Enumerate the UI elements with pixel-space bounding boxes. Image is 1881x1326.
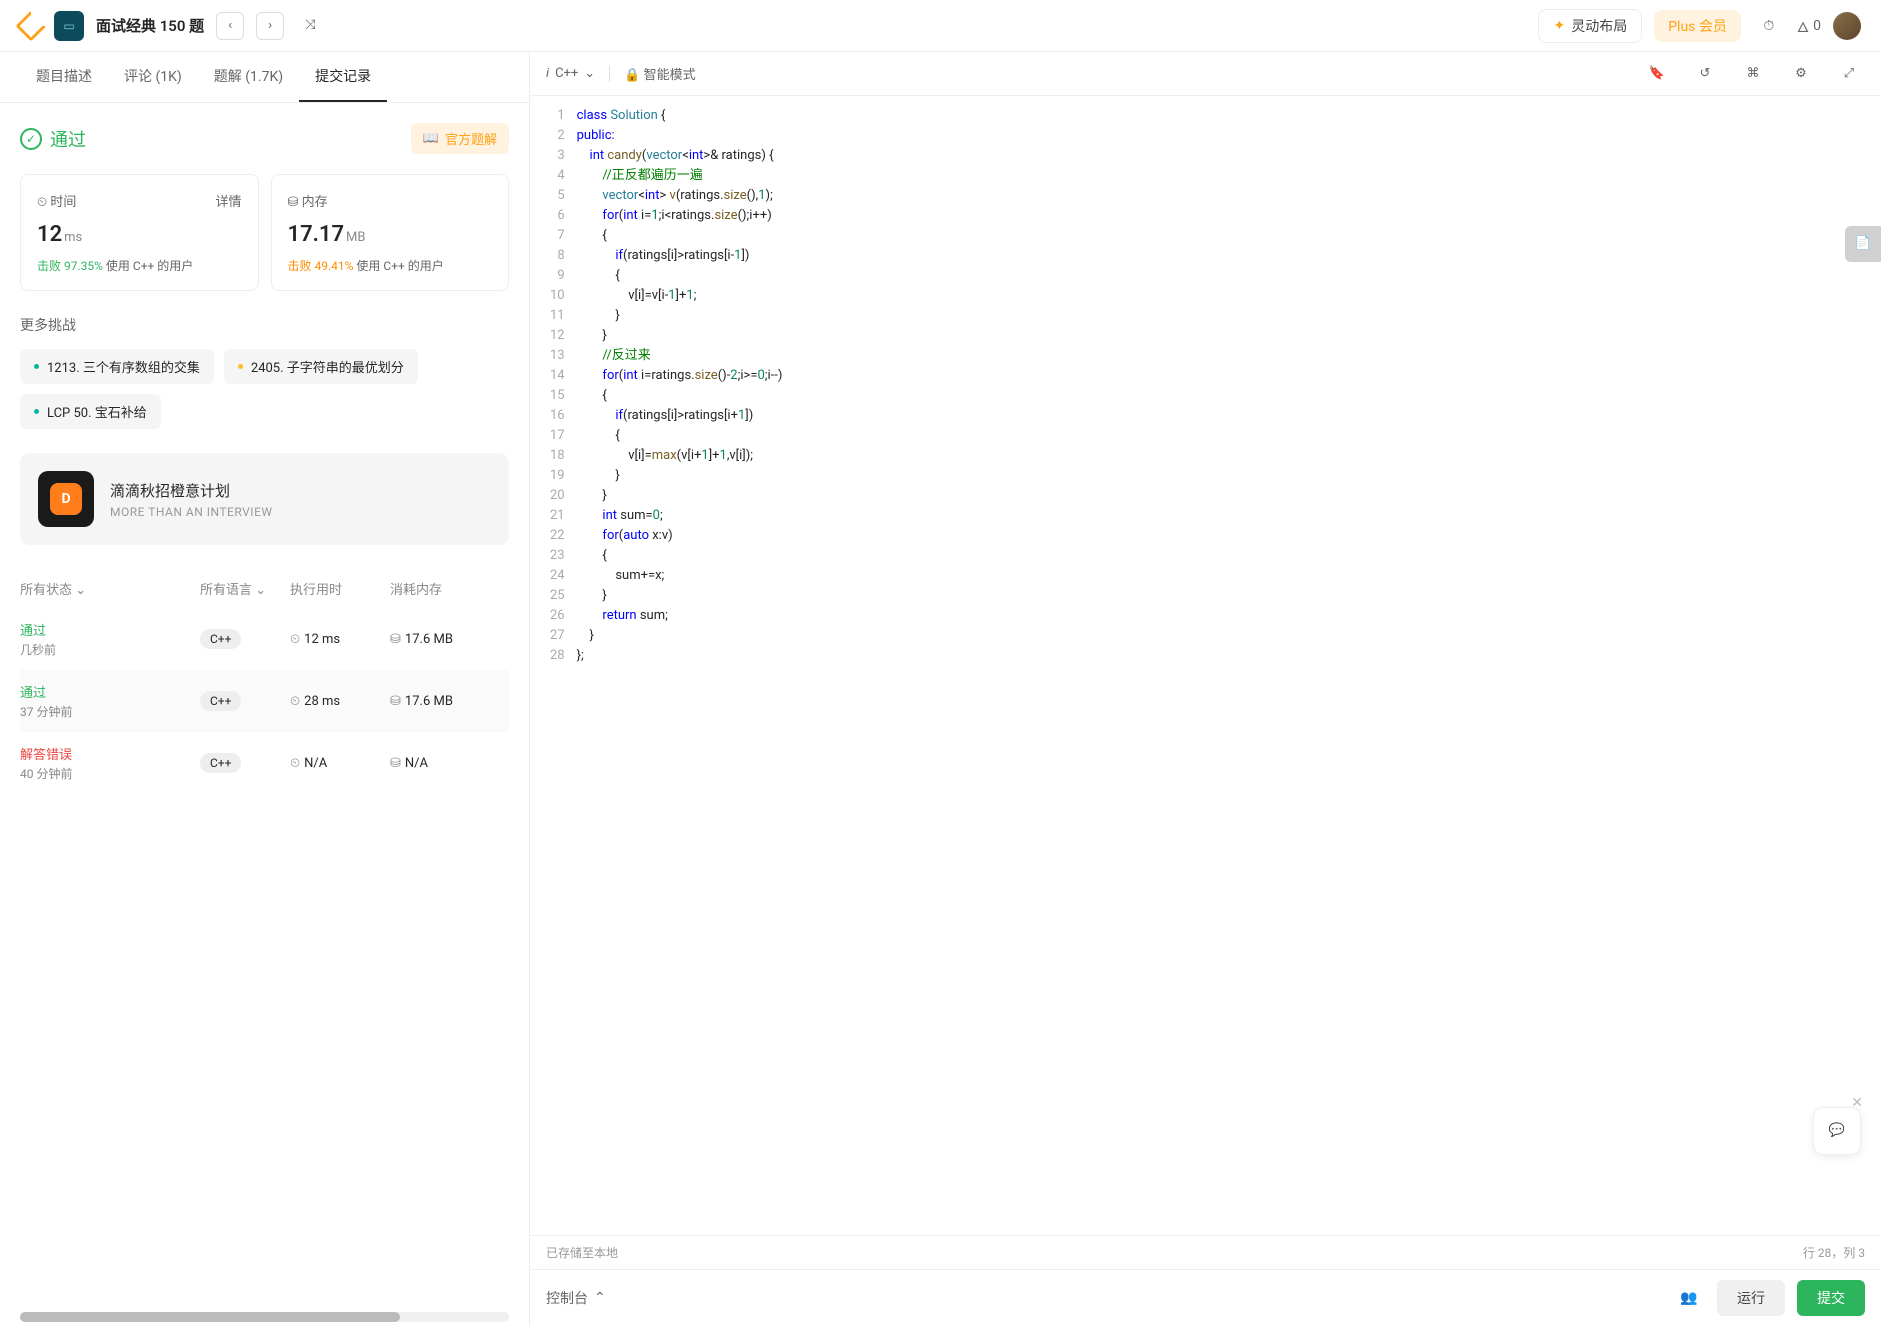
prev-button[interactable]: ‹ <box>216 12 244 40</box>
shortcuts-icon[interactable]: ⌘ <box>1737 58 1769 90</box>
official-solution-button[interactable]: 📖 官方题解 <box>411 123 509 154</box>
layout-button[interactable]: ✦灵动布局 <box>1538 9 1642 43</box>
timer-icon[interactable]: ⏱ <box>1753 10 1785 42</box>
submission-row[interactable]: 通过37 分钟前 C++ ⏲28 ms ⛁17.6 MB <box>20 670 509 732</box>
submit-button[interactable]: 提交 <box>1797 1280 1865 1316</box>
promo-banner[interactable]: D 滴滴秋招橙意计划 MORE THAN AN INTERVIEW <box>20 453 509 545</box>
next-button[interactable]: › <box>256 12 284 40</box>
submission-row[interactable]: 通过几秒前 C++ ⏲12 ms ⛁17.6 MB <box>20 608 509 670</box>
check-icon: ✓ <box>20 128 42 150</box>
language-selector[interactable]: i C++ ⌄ <box>546 66 595 81</box>
col-time-header: 执行用时 <box>290 579 390 598</box>
page-title: 面试经典 150 题 <box>96 15 204 36</box>
submissions-table: 所有状态 ⌄ 所有语言 ⌄ 执行用时 消耗内存 通过几秒前 C++ ⏲12 ms… <box>20 569 509 794</box>
streak-counter[interactable]: 🜂 0 <box>1797 11 1821 40</box>
tabs: 题目描述 评论 (1K) 题解 (1.7K) 提交记录 <box>0 52 529 103</box>
notes-tab-icon[interactable]: 📄 <box>1845 226 1881 262</box>
h-scrollbar[interactable] <box>20 1312 509 1322</box>
tab-solutions[interactable]: 题解 (1.7K) <box>198 52 299 102</box>
submission-row[interactable]: 解答错误40 分钟前 C++ ⏲N/A ⛁N/A <box>20 732 509 794</box>
left-panel: 题目描述 评论 (1K) 题解 (1.7K) 提交记录 ✓ 通过 📖 官方题解 … <box>0 52 530 1326</box>
plus-button[interactable]: Plus 会员 <box>1654 10 1741 42</box>
topbar: ▭ 面试经典 150 题 ‹ › ⤨ ✦灵动布局 Plus 会员 ⏱ 🜂 0 <box>0 0 1881 52</box>
save-status: 已存储至本地 <box>546 1244 618 1261</box>
tab-description[interactable]: 题目描述 <box>20 52 108 102</box>
filter-status[interactable]: 所有状态 ⌄ <box>20 579 200 598</box>
bookmark-icon[interactable]: 🔖 <box>1641 58 1673 90</box>
time-card[interactable]: ⏲ 时间详情 12ms 击败 97.35% 使用 C++ 的用户 <box>20 174 259 291</box>
tab-comments[interactable]: 评论 (1K) <box>108 52 198 102</box>
reset-icon[interactable]: ↺ <box>1689 58 1721 90</box>
tab-submissions[interactable]: 提交记录 <box>299 52 387 102</box>
submission-status: ✓ 通过 <box>20 126 86 152</box>
challenge-item[interactable]: 2405. 子字符串的最优划分 <box>224 349 418 384</box>
chat-fab-icon[interactable]: 💬 <box>1813 1107 1861 1155</box>
run-button[interactable]: 运行 <box>1717 1280 1785 1316</box>
avatar[interactable] <box>1833 12 1861 40</box>
logo-icon[interactable] <box>15 10 46 41</box>
cursor-position: 行 28，列 3 <box>1803 1244 1865 1261</box>
fullscreen-icon[interactable]: ⤢ <box>1833 58 1865 90</box>
group-icon[interactable]: 👥 <box>1673 1282 1705 1314</box>
study-plan-icon[interactable]: ▭ <box>54 11 84 41</box>
challenge-item[interactable]: 1213. 三个有序数组的交集 <box>20 349 214 384</box>
memory-card[interactable]: ⛁ 内存 17.17MB 击败 49.41% 使用 C++ 的用户 <box>271 174 510 291</box>
shuffle-button[interactable]: ⤨ <box>296 12 324 40</box>
filter-lang[interactable]: 所有语言 ⌄ <box>200 579 290 598</box>
code-panel: i C++ ⌄ 🔒 智能模式 🔖 ↺ ⌘ ⚙ ⤢ 123456789101112… <box>530 52 1881 1326</box>
promo-icon: D <box>38 471 94 527</box>
challenge-item[interactable]: LCP 50. 宝石补给 <box>20 394 161 429</box>
console-toggle[interactable]: 控制台 ⌃ <box>546 1288 606 1308</box>
code-editor[interactable]: 1234567891011121314151617181920212223242… <box>530 96 1881 1235</box>
more-challenges-title: 更多挑战 <box>20 315 509 335</box>
settings-icon[interactable]: ⚙ <box>1785 58 1817 90</box>
smart-mode[interactable]: 🔒 智能模式 <box>624 64 695 83</box>
col-mem-header: 消耗内存 <box>390 579 509 598</box>
